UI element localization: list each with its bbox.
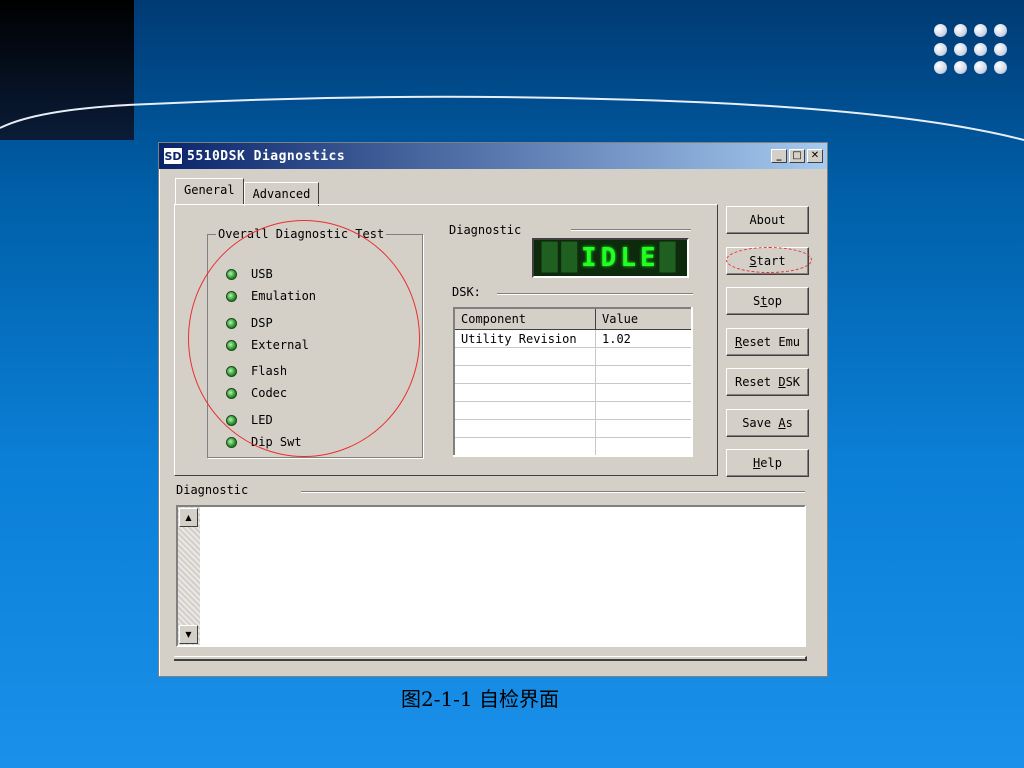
lcd-segment-icon: ██	[541, 243, 582, 273]
status-led-icon	[226, 268, 237, 280]
figure-caption: 图2-1-1 自检界面	[400, 687, 560, 711]
test-item-led: LED	[226, 413, 273, 427]
tab-strip: General Advanced	[175, 178, 320, 206]
table-row-empty	[453, 383, 693, 402]
help-button[interactable]: Help	[726, 449, 809, 477]
overall-diagnostic-legend: Overall Diagnostic Test	[218, 227, 385, 241]
status-led-icon	[226, 339, 237, 351]
column-header-value[interactable]: Value	[595, 307, 693, 330]
save-as-button[interactable]: Save As	[726, 409, 809, 437]
tab-advanced[interactable]: Advanced	[243, 182, 320, 206]
table-row-empty	[453, 437, 693, 457]
status-led-icon	[226, 317, 237, 329]
test-item-external: External	[226, 338, 309, 352]
diagnostic-output-area[interactable]: ▲ ▼	[176, 505, 806, 647]
about-button[interactable]: About	[726, 206, 809, 234]
scroll-down-icon[interactable]: ▼	[179, 625, 198, 644]
stop-button[interactable]: Stop	[726, 287, 809, 315]
overall-diagnostic-group: Overall Diagnostic Test USB Emulation DS…	[207, 227, 423, 458]
reset-emu-button[interactable]: Reset Emu	[726, 328, 809, 356]
tab-general[interactable]: General	[175, 178, 244, 204]
divider	[301, 491, 805, 493]
test-item-dip-switch: Dip Swt	[226, 435, 302, 449]
test-item-codec: Codec	[226, 386, 287, 400]
dsk-label: DSK:	[452, 285, 481, 299]
divider	[497, 293, 693, 295]
table-cell: Utility Revision	[453, 329, 596, 348]
output-label: Diagnostic	[176, 483, 249, 497]
table-row-empty	[453, 365, 693, 384]
diagnostic-display-label: Diagnostic	[449, 223, 522, 237]
test-item-emulation: Emulation	[226, 289, 316, 303]
scroll-up-icon[interactable]: ▲	[179, 508, 198, 527]
title-bar[interactable]: SD 5510DSK Diagnostics _ □ ✕	[159, 143, 827, 169]
status-led-icon	[226, 436, 237, 448]
table-row-empty	[453, 401, 693, 420]
maximize-button[interactable]: □	[789, 149, 805, 163]
table-cell: 1.02	[595, 329, 693, 348]
reset-dsk-button[interactable]: Reset DSK	[726, 368, 809, 396]
divider	[571, 229, 691, 231]
table-row[interactable]: Utility Revision 1.02	[453, 329, 693, 348]
status-led-icon	[226, 387, 237, 399]
vertical-scrollbar[interactable]: ▲ ▼	[178, 507, 200, 645]
lcd-status-text: IDLE	[581, 243, 660, 273]
diagnostics-window: SD 5510DSK Diagnostics _ □ ✕ General Adv…	[158, 142, 828, 677]
status-lcd: ██ IDLE █	[532, 238, 689, 278]
test-item-flash: Flash	[226, 364, 287, 378]
close-button[interactable]: ✕	[807, 149, 823, 163]
start-button[interactable]: Start	[726, 247, 809, 275]
dsk-info-table: Component Value Utility Revision 1.02	[453, 307, 693, 457]
app-icon[interactable]: SD	[163, 147, 183, 165]
test-item-dsp: DSP	[226, 316, 273, 330]
test-item-usb: USB	[226, 267, 273, 281]
status-led-icon	[226, 365, 237, 377]
window-title: 5510DSK Diagnostics	[187, 148, 346, 164]
status-bar	[174, 656, 807, 661]
slide-curve-decoration	[0, 95, 1024, 141]
lcd-segment-icon: █	[659, 243, 680, 273]
column-header-component[interactable]: Component	[453, 307, 596, 330]
status-led-icon	[226, 414, 237, 426]
table-row-empty	[453, 419, 693, 438]
slide-dot-grid-decoration	[934, 24, 1010, 76]
table-row-empty	[453, 347, 693, 366]
minimize-button[interactable]: _	[771, 149, 787, 163]
status-led-icon	[226, 290, 237, 302]
